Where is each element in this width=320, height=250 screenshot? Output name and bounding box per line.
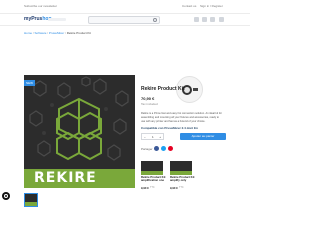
search-icon[interactable] xyxy=(153,18,157,22)
share-label: Partager xyxy=(141,147,153,151)
related-product-tax: TTC xyxy=(150,186,155,189)
product-description: Rekire is a Prime fast and easy hot conn… xyxy=(141,112,222,123)
cart-icon[interactable] xyxy=(219,17,224,22)
new-badge: NEW xyxy=(24,80,35,86)
add-to-cart-button[interactable]: Ajouter au panier xyxy=(180,133,226,140)
brand-banner: REKIRE xyxy=(24,169,135,188)
facebook-icon[interactable] xyxy=(154,146,159,151)
related-product-price: 9,90 € xyxy=(141,186,149,190)
breadcrumb-prusaslicer[interactable]: PrusaSlicer xyxy=(49,31,64,35)
breadcrumb-current: Rekire Product Kit xyxy=(66,31,91,35)
product-price: 70,90 € xyxy=(141,96,155,101)
breadcrumb-software[interactable]: Software xyxy=(35,31,47,35)
related-product-image[interactable] xyxy=(170,161,192,175)
related-product-title[interactable]: Rekire Product Kit amplify only xyxy=(170,175,198,183)
breadcrumb: Home / Software / PrusaSlicer / Rekire P… xyxy=(24,31,91,35)
product-thumbnail[interactable] xyxy=(24,193,38,207)
sign-in-link[interactable]: Sign in / Register xyxy=(200,4,223,8)
product-title: Rekire Product Kit xyxy=(141,86,185,92)
brand-logo-bar xyxy=(193,88,198,91)
thumbnail-band xyxy=(25,202,37,206)
contact-link[interactable]: Contact us xyxy=(182,4,196,8)
breadcrumb-home[interactable]: Home xyxy=(24,31,32,35)
product-main-image[interactable]: REKIRE xyxy=(24,75,135,188)
tax-note: Tax included xyxy=(141,102,158,106)
quantity-increase[interactable]: + xyxy=(159,135,161,139)
quantity-stepper[interactable]: − 1 + xyxy=(141,133,164,140)
related-product-price: 9,90 € xyxy=(170,186,178,190)
quantity-value[interactable]: 1 xyxy=(152,135,154,139)
compare-icon[interactable] xyxy=(194,17,199,22)
related-product-image[interactable] xyxy=(141,161,163,175)
top-bar: Subscribe our newsletter Contact us Sign… xyxy=(0,0,250,14)
pinterest-icon[interactable] xyxy=(168,146,173,151)
brand-banner-text: REKIRE xyxy=(34,170,97,186)
related-product-tax: TTC xyxy=(179,186,184,189)
wishlist-icon[interactable] xyxy=(202,17,207,22)
related-product-title[interactable]: Rekire Product Kit amplification one xyxy=(141,175,169,183)
twitter-icon[interactable] xyxy=(161,146,166,151)
settings-floating-button[interactable] xyxy=(2,192,10,200)
site-header: myPrushop xyxy=(0,14,250,26)
search-input[interactable] xyxy=(88,16,160,24)
user-icon[interactable] xyxy=(210,17,215,22)
gear-icon xyxy=(4,194,8,198)
nav-menu[interactable] xyxy=(48,18,66,21)
newsletter-link[interactable]: Subscribe our newsletter xyxy=(24,4,57,8)
quantity-decrease[interactable]: − xyxy=(144,135,146,139)
compatibility-note: Compatible con PrusaSlicer 2.4 dont En xyxy=(141,126,198,130)
